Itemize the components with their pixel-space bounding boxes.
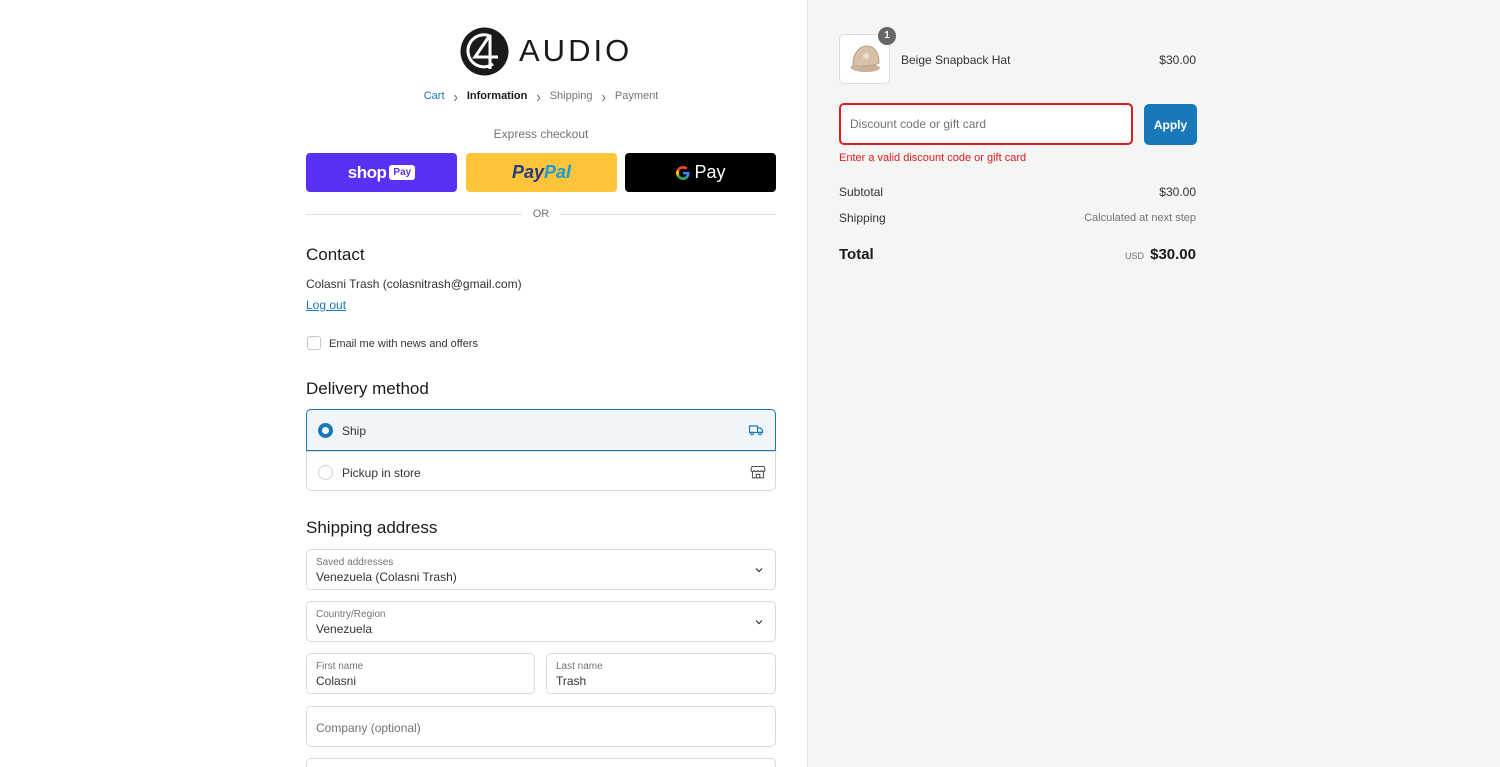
- breadcrumb-information: Information: [466, 90, 528, 102]
- total-label: Total: [839, 246, 874, 263]
- chevron-down-icon: [755, 620, 763, 625]
- ship-radio[interactable]: [318, 423, 333, 438]
- total-value: $30.00: [1150, 246, 1196, 263]
- subtotal-label: Subtotal: [839, 185, 884, 199]
- google-g-icon: [676, 165, 690, 180]
- chevron-right-icon: ›: [536, 87, 541, 105]
- pickup-label: Pickup in store: [342, 466, 421, 480]
- chevron-right-icon: ›: [453, 87, 458, 105]
- paypal-pal-text: Pal: [544, 162, 572, 182]
- saved-addresses-label: Saved addresses: [316, 557, 394, 568]
- country-label: Country/Region: [316, 609, 386, 620]
- first-name-field[interactable]: First name Colasni: [306, 653, 535, 694]
- contact-heading: Contact: [306, 245, 365, 264]
- newsletter-checkbox[interactable]: [307, 336, 321, 350]
- breadcrumb-cart[interactable]: Cart: [424, 90, 445, 102]
- delivery-option-ship[interactable]: Ship: [306, 409, 776, 451]
- saved-addresses-value: Venezuela (Colasni Trash): [316, 570, 457, 584]
- breadcrumb-shipping: Shipping: [549, 90, 593, 102]
- last-name-field[interactable]: Last name Trash: [546, 653, 776, 694]
- last-name-label: Last name: [556, 661, 603, 672]
- checkout-main: AUDIO Cart › Information › Shipping › Pa…: [306, 0, 777, 767]
- shop-pay-chip: Pay: [389, 165, 416, 180]
- currency-code: USD: [1124, 251, 1144, 261]
- delivery-option-pickup[interactable]: Pickup in store: [307, 451, 777, 491]
- country-value: Venezuela: [316, 622, 373, 636]
- express-checkout-label: Express checkout: [493, 127, 589, 141]
- product-name: Beige Snapback Hat: [901, 53, 1011, 67]
- saved-addresses-select[interactable]: Saved addresses Venezuela (Colasni Trash…: [306, 549, 776, 590]
- or-divider: OR: [306, 207, 776, 221]
- shipping-address-heading: Shipping address: [306, 518, 438, 537]
- shipping-label: Shipping: [839, 211, 886, 225]
- logout-link[interactable]: Log out: [306, 298, 346, 312]
- apply-discount-button[interactable]: Apply: [1144, 104, 1197, 145]
- chevron-down-icon: [755, 568, 763, 573]
- contact-user: Colasni Trash (colasnitrash@gmail.com): [306, 277, 522, 291]
- first-name-value: Colasni: [316, 674, 357, 688]
- or-text: OR: [532, 208, 550, 220]
- chevron-right-icon: ›: [601, 87, 606, 105]
- breadcrumb-payment: Payment: [614, 90, 659, 102]
- newsletter-label[interactable]: Email me with news and offers: [329, 338, 478, 350]
- product-price: $30.00: [1159, 53, 1196, 67]
- company-field[interactable]: Company (optional): [306, 706, 776, 747]
- paypal-button[interactable]: Pay Pal: [466, 153, 617, 192]
- discount-error-message: Enter a valid discount code or gift card: [839, 152, 1027, 164]
- paypal-pay-text: Pay: [511, 162, 544, 182]
- first-name-label: First name: [316, 661, 364, 672]
- discount-code-input[interactable]: [839, 103, 1133, 145]
- delivery-options: Ship Pickup in store: [306, 409, 777, 491]
- truck-icon: [748, 425, 764, 436]
- country-select[interactable]: Country/Region Venezuela: [306, 601, 776, 642]
- pickup-radio[interactable]: [318, 465, 333, 480]
- shipping-value: Calculated at next step: [1084, 212, 1196, 224]
- logo-text: AUDIO: [519, 33, 633, 68]
- breadcrumb: Cart › Information › Shipping › Payment: [306, 87, 776, 105]
- subtotal-value: $30.00: [1159, 185, 1196, 199]
- order-summary: 1 Beige Snapback Hat $30.00 Apply Enter …: [807, 0, 1500, 767]
- store-logo[interactable]: AUDIO: [460, 25, 632, 77]
- address-field[interactable]: [306, 758, 776, 767]
- google-pay-button[interactable]: Pay: [625, 153, 776, 192]
- ship-label: Ship: [342, 424, 367, 438]
- store-icon: [750, 465, 766, 479]
- delivery-heading: Delivery method: [306, 379, 429, 398]
- google-pay-text: Pay: [694, 162, 726, 182]
- logo-mark-icon: [460, 27, 509, 75]
- shop-pay-word: shop: [347, 162, 387, 182]
- quantity-badge: 1: [878, 27, 896, 45]
- company-placeholder: Company (optional): [316, 721, 421, 735]
- shop-pay-button[interactable]: shop Pay: [306, 153, 457, 192]
- last-name-value: Trash: [556, 674, 587, 688]
